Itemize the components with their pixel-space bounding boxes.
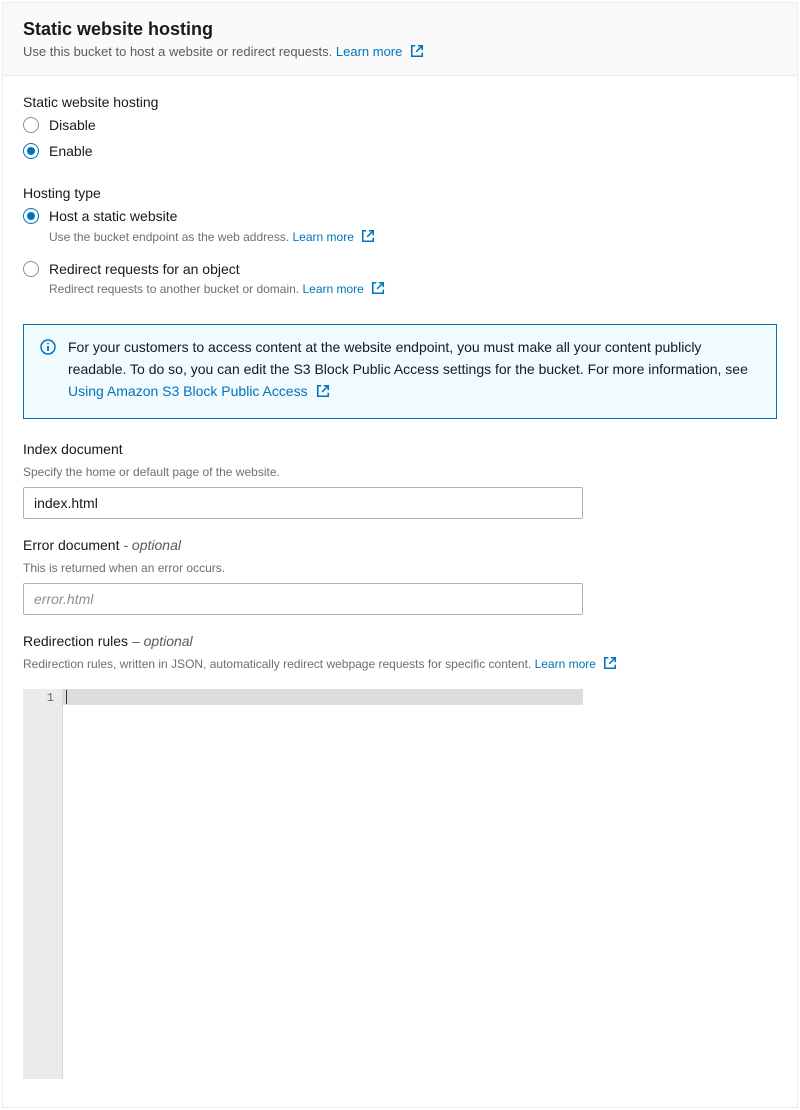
index-document-group: Index document Specify the home or defau…: [23, 441, 777, 519]
external-link-icon: [371, 281, 385, 300]
static-learn-more-link[interactable]: Learn more: [293, 230, 376, 244]
panel-title: Static website hosting: [23, 19, 777, 40]
radio-enable[interactable]: Enable: [23, 142, 777, 162]
active-line-highlight: [63, 689, 583, 705]
hosting-type-label: Hosting type: [23, 185, 777, 201]
external-link-icon: [361, 229, 375, 248]
redirection-rules-group: Redirection rules – optional Redirection…: [23, 633, 777, 675]
redirection-rules-help: Redirection rules, written in JSON, auto…: [23, 655, 777, 675]
header-learn-more-link[interactable]: Learn more: [336, 44, 424, 59]
radio-host-static[interactable]: Host a static website Use the bucket end…: [23, 207, 777, 248]
editor-code-area[interactable]: [63, 689, 583, 1079]
info-text: For your customers to access content at …: [68, 337, 760, 404]
public-access-info-box: For your customers to access content at …: [23, 324, 777, 419]
redirect-learn-more-link[interactable]: Learn more: [302, 282, 385, 296]
external-link-icon: [316, 383, 330, 405]
hosting-type-group: Hosting type Host a static website Use t…: [23, 185, 777, 300]
redirection-rules-label: Redirection rules – optional: [23, 633, 777, 649]
line-number: 1: [23, 689, 54, 705]
error-document-group: Error document - optional This is return…: [23, 537, 777, 615]
info-icon: [40, 339, 56, 358]
redirection-rules-editor[interactable]: 1: [23, 689, 583, 1079]
radio-icon: [23, 117, 39, 133]
radio-disable[interactable]: Disable: [23, 116, 777, 136]
radio-icon: [23, 261, 39, 277]
external-link-icon: [410, 44, 424, 61]
error-document-label: Error document - optional: [23, 537, 777, 553]
panel-body: Static website hosting Disable Enable Ho…: [3, 76, 797, 1107]
editor-cursor: [66, 690, 67, 704]
panel-header: Static website hosting Use this bucket t…: [3, 3, 797, 76]
external-link-icon: [603, 656, 617, 675]
index-document-label: Index document: [23, 441, 777, 457]
redir-learn-more-link[interactable]: Learn more: [535, 657, 618, 671]
block-public-access-link[interactable]: Using Amazon S3 Block Public Access: [68, 383, 330, 399]
radio-icon: [23, 208, 39, 224]
panel-subtitle: Use this bucket to host a website or red…: [23, 44, 777, 61]
index-document-input[interactable]: [23, 487, 583, 519]
error-document-input[interactable]: [23, 583, 583, 615]
static-hosting-panel: Static website hosting Use this bucket t…: [2, 2, 798, 1108]
hosting-toggle-label: Static website hosting: [23, 94, 777, 110]
radio-icon: [23, 143, 39, 159]
editor-gutter: 1: [23, 689, 63, 1079]
hosting-toggle-group: Static website hosting Disable Enable: [23, 94, 777, 161]
index-document-help: Specify the home or default page of the …: [23, 463, 777, 481]
radio-redirect[interactable]: Redirect requests for an object Redirect…: [23, 260, 777, 301]
error-document-help: This is returned when an error occurs.: [23, 559, 777, 577]
